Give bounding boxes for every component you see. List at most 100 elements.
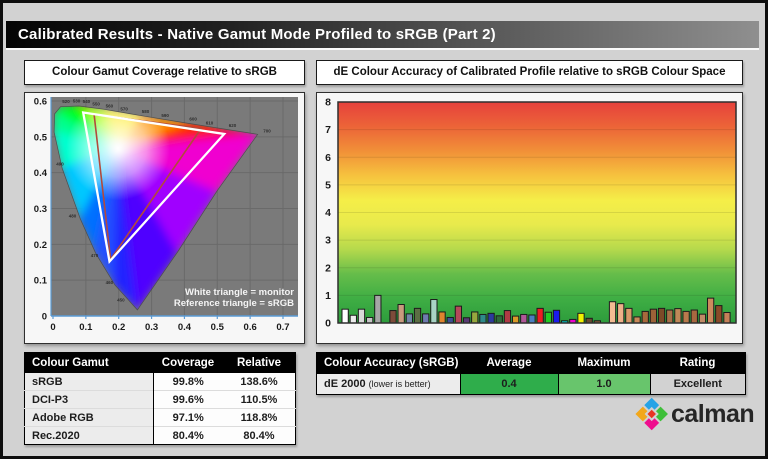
- gamut-panel-header: Colour Gamut Coverage relative to sRGB: [24, 60, 305, 85]
- wavelength-label: 590: [161, 113, 169, 118]
- y-axis-tick-label: 0.6: [34, 97, 47, 108]
- de-bar: [634, 317, 640, 323]
- de2000-label: dE 2000: [324, 378, 366, 390]
- gamut-relative-cell: 138.6%: [223, 373, 296, 391]
- gamut-table-header-coverage: Coverage: [153, 353, 223, 374]
- gamut-table-row: DCI-P399.6%110.5%: [25, 391, 296, 409]
- de-bar: [716, 306, 722, 323]
- wavelength-label: 580: [142, 109, 150, 114]
- accuracy-panel-header-label: dE Colour Accuracy of Calibrated Profile…: [334, 66, 726, 78]
- de-bar: [350, 315, 356, 323]
- de-y-axis-tick-label: 4: [325, 207, 331, 219]
- gamut-coverage-cell: 99.6%: [153, 391, 223, 409]
- wavelength-label: 520: [62, 99, 70, 104]
- gamut-name-cell: DCI-P3: [25, 391, 154, 409]
- wavelength-label: 480: [69, 213, 77, 218]
- x-axis-tick-label: 0.7: [276, 322, 289, 333]
- wavelength-label: 530: [73, 98, 81, 103]
- de-bar: [488, 313, 494, 323]
- x-axis-tick-label: 0.3: [145, 322, 158, 333]
- de-bar: [480, 314, 486, 323]
- de-bar: [375, 295, 381, 323]
- de-y-axis-tick-label: 7: [325, 124, 331, 136]
- de-bar: [358, 309, 364, 323]
- de2000-label-cell: dE 2000 (lower is better): [317, 374, 461, 395]
- report-title-bar: Calibrated Results - Native Gamut Mode P…: [6, 21, 759, 50]
- colour-accuracy-table: Colour Accuracy (sRGB) Average Maximum R…: [316, 352, 746, 395]
- y-axis-tick-label: 0.5: [34, 132, 48, 143]
- de-bar: [390, 311, 396, 323]
- gamut-name-cell: sRGB: [25, 373, 154, 391]
- de-bar: [406, 314, 412, 323]
- gamut-coverage-cell: 97.1%: [153, 409, 223, 427]
- wavelength-label: 550: [92, 101, 100, 106]
- de-y-axis-tick-label: 1: [325, 290, 331, 302]
- wavelength-label: 450: [117, 298, 125, 303]
- gamut-table-row: Rec.202080.4%80.4%: [25, 427, 296, 445]
- de-bar: [342, 309, 348, 323]
- de-bar: [398, 304, 404, 323]
- calman-report-page: Calibrated Results - Native Gamut Mode P…: [0, 0, 768, 459]
- de2000-bar-chart: 876543210: [317, 93, 739, 340]
- wavelength-label: 570: [120, 107, 128, 112]
- wavelength-label: 560: [106, 103, 114, 108]
- y-axis-tick-label: 0.4: [34, 168, 48, 179]
- annotation-reference-triangle: Reference triangle = sRGB: [174, 298, 294, 309]
- gamut-coverage-cell: 99.8%: [153, 373, 223, 391]
- calman-logo-text: calman: [671, 400, 754, 429]
- de-bar: [667, 310, 673, 323]
- report-title: Calibrated Results - Native Gamut Mode P…: [18, 26, 496, 43]
- de-bar: [463, 318, 469, 323]
- de-bar: [609, 302, 615, 323]
- gamut-table-header-relative: Relative: [223, 353, 296, 374]
- wavelength-label: 490: [56, 162, 64, 167]
- maximum-value-cell: 1.0: [558, 374, 650, 395]
- de-bar: [553, 310, 559, 323]
- x-axis-tick-label: 0.1: [79, 322, 93, 333]
- de-bar: [423, 314, 429, 323]
- de-bar: [439, 312, 445, 323]
- de-bar: [675, 309, 681, 323]
- average-value-cell: 0.4: [460, 374, 558, 395]
- de-bar: [658, 308, 664, 323]
- wavelength-label: 620: [229, 123, 237, 128]
- rating-value-cell: Excellent: [650, 374, 746, 395]
- wavelength-label: 600: [189, 117, 197, 122]
- de-y-axis-tick-label: 3: [325, 235, 331, 247]
- y-axis-tick-label: 0: [42, 312, 47, 323]
- wavelength-label: 460: [106, 280, 114, 285]
- gamut-table-row: sRGB99.8%138.6%: [25, 373, 296, 391]
- de-bar: [724, 313, 730, 324]
- accuracy-panel-header: dE Colour Accuracy of Calibrated Profile…: [316, 60, 743, 85]
- wavelength-label: 540: [83, 99, 91, 104]
- y-axis-tick-label: 0.2: [34, 240, 47, 251]
- de-bar: [626, 308, 632, 323]
- calman-logo-icon: [633, 396, 669, 432]
- de-bar: [472, 312, 478, 323]
- accuracy-header-maximum: Maximum: [558, 353, 650, 374]
- de-bar: [414, 308, 420, 323]
- accuracy-header-rating: Rating: [650, 353, 746, 374]
- de-bar: [545, 312, 551, 323]
- de-bar: [618, 304, 624, 323]
- de2000-bar-chart-box: 876543210: [316, 92, 743, 344]
- accuracy-header-label: Colour Accuracy (sRGB): [317, 353, 461, 374]
- wavelength-label: 470: [91, 253, 99, 258]
- de-bar: [504, 311, 510, 323]
- de-bar: [699, 314, 705, 323]
- accuracy-table-row: dE 2000 (lower is better) 0.4 1.0 Excell…: [317, 374, 746, 395]
- wavelength-label: 610: [206, 120, 214, 125]
- gamut-name-cell: Adobe RGB: [25, 409, 154, 427]
- de-y-axis-tick-label: 6: [325, 152, 331, 164]
- accuracy-table-header-row: Colour Accuracy (sRGB) Average Maximum R…: [317, 353, 746, 374]
- de-bar: [707, 298, 713, 323]
- x-axis-tick-label: 0.4: [178, 322, 192, 333]
- de-bar: [367, 317, 373, 323]
- de-bar: [537, 308, 543, 323]
- de-bar: [431, 300, 437, 323]
- de-bar: [650, 309, 656, 323]
- de-bar: [691, 310, 697, 323]
- de-bar: [447, 317, 453, 323]
- x-axis-tick-label: 0: [50, 322, 55, 333]
- gamut-coverage-cell: 80.4%: [153, 427, 223, 445]
